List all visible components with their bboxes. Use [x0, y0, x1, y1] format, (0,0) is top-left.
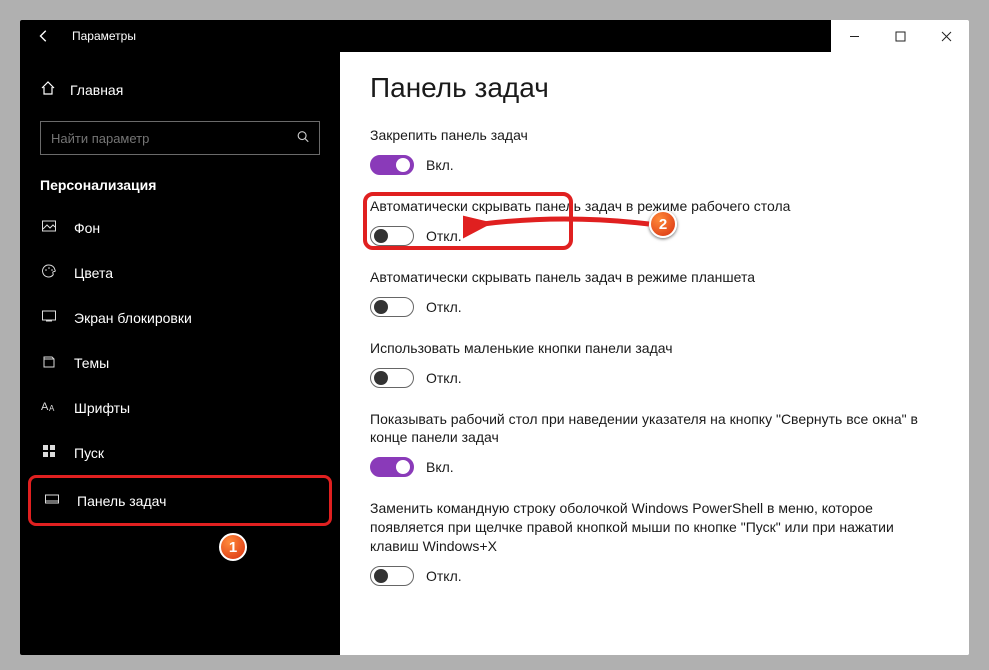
minimize-button[interactable]: [831, 20, 877, 52]
sidebar: Главная Персонализация Фон Цвета: [20, 52, 340, 655]
setting-peek-desktop: Показывать рабочий стол при наведении ук…: [370, 410, 939, 478]
toggle-autohide-desktop[interactable]: [370, 226, 414, 246]
palette-icon: [40, 263, 58, 282]
sidebar-item-label: Панель задач: [77, 493, 166, 509]
toggle-small-buttons[interactable]: [370, 368, 414, 388]
toggle-state-label: Откл.: [426, 370, 462, 386]
maximize-button[interactable]: [877, 20, 923, 52]
settings-window: Параметры Главная: [20, 20, 969, 655]
toggle-lock-taskbar[interactable]: [370, 155, 414, 175]
toggle-peek-desktop[interactable]: [370, 457, 414, 477]
titlebar: Параметры: [20, 20, 969, 52]
theme-icon: [40, 353, 58, 372]
sidebar-item-label: Экран блокировки: [74, 310, 192, 326]
taskbar-icon: [43, 491, 61, 510]
close-button[interactable]: [923, 20, 969, 52]
font-icon: AA: [40, 398, 58, 417]
sidebar-home[interactable]: Главная: [20, 70, 340, 109]
svg-text:A: A: [41, 401, 49, 413]
lockscreen-icon: [40, 308, 58, 327]
setting-label: Показывать рабочий стол при наведении ук…: [370, 410, 930, 448]
toggle-state-label: Откл.: [426, 568, 462, 584]
setting-label: Автоматически скрывать панель задач в ре…: [370, 197, 930, 216]
setting-autohide-desktop: Автоматически скрывать панель задач в ре…: [370, 197, 939, 246]
setting-label: Закрепить панель задач: [370, 126, 930, 145]
sidebar-section-label: Персонализация: [20, 165, 340, 199]
toggle-autohide-tablet[interactable]: [370, 297, 414, 317]
main-content: Панель задач Закрепить панель задач Вкл.…: [340, 52, 969, 655]
toggle-state-label: Вкл.: [426, 459, 454, 475]
setting-powershell-replace: Заменить командную строку оболочкой Wind…: [370, 499, 939, 586]
setting-autohide-tablet: Автоматически скрывать панель задач в ре…: [370, 268, 939, 317]
svg-text:A: A: [49, 404, 55, 413]
sidebar-item-start[interactable]: Пуск: [20, 430, 340, 475]
search-input[interactable]: [40, 121, 320, 155]
sidebar-item-lockscreen[interactable]: Экран блокировки: [20, 295, 340, 340]
sidebar-item-label: Пуск: [74, 445, 104, 461]
setting-label: Заменить командную строку оболочкой Wind…: [370, 499, 930, 556]
setting-label: Автоматически скрывать панель задач в ре…: [370, 268, 930, 287]
window-title: Параметры: [72, 29, 136, 43]
setting-label: Использовать маленькие кнопки панели зад…: [370, 339, 930, 358]
start-icon: [40, 443, 58, 462]
toggle-powershell-replace[interactable]: [370, 566, 414, 586]
sidebar-item-label: Фон: [74, 220, 100, 236]
sidebar-item-label: Цвета: [74, 265, 113, 281]
sidebar-nav: Фон Цвета Экран блокировки Темы AA Шрифт…: [20, 205, 340, 526]
search-icon: [296, 130, 310, 147]
sidebar-item-label: Темы: [74, 355, 109, 371]
sidebar-item-label: Шрифты: [74, 400, 130, 416]
page-title: Панель задач: [370, 72, 939, 104]
toggle-state-label: Откл.: [426, 228, 462, 244]
setting-lock-taskbar: Закрепить панель задач Вкл.: [370, 126, 939, 175]
toggle-state-label: Откл.: [426, 299, 462, 315]
sidebar-item-themes[interactable]: Темы: [20, 340, 340, 385]
sidebar-item-taskbar[interactable]: Панель задач: [28, 475, 332, 526]
image-icon: [40, 218, 58, 237]
sidebar-item-fonts[interactable]: AA Шрифты: [20, 385, 340, 430]
home-icon: [40, 80, 56, 99]
toggle-state-label: Вкл.: [426, 157, 454, 173]
sidebar-item-background[interactable]: Фон: [20, 205, 340, 250]
sidebar-item-colors[interactable]: Цвета: [20, 250, 340, 295]
sidebar-home-label: Главная: [70, 82, 123, 98]
setting-small-buttons: Использовать маленькие кнопки панели зад…: [370, 339, 939, 388]
back-button[interactable]: [34, 26, 54, 46]
